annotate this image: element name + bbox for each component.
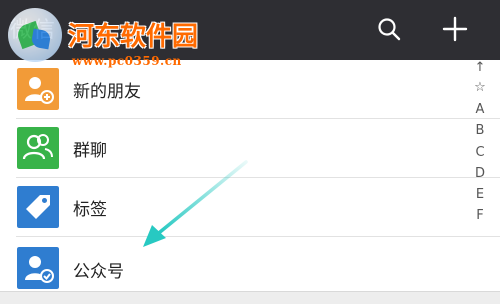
- add-friend-icon: [17, 68, 59, 110]
- index-letter[interactable]: B: [470, 123, 490, 138]
- list-item-label: 新的朋友: [73, 82, 141, 102]
- list-item-tags[interactable]: 标签: [0, 178, 470, 236]
- list-item-label: 公众号: [73, 262, 124, 282]
- index-letter[interactable]: A: [470, 102, 490, 117]
- official-account-icon: [17, 247, 59, 289]
- watermark-logo: 河东软件园 www.pc0359.cn: [8, 8, 228, 68]
- alphabet-index[interactable]: ↑ ☆ A B C D E F: [470, 60, 500, 294]
- index-letter[interactable]: F: [470, 208, 490, 223]
- index-star[interactable]: ☆: [470, 80, 490, 95]
- watermark-text: 河东软件园: [68, 22, 199, 52]
- group-chat-icon: [17, 127, 59, 169]
- index-letter[interactable]: D: [470, 166, 490, 181]
- search-icon[interactable]: [374, 14, 404, 44]
- list-item-label: 标签: [73, 200, 107, 220]
- plus-icon[interactable]: [440, 14, 470, 44]
- tag-icon: [17, 186, 59, 228]
- index-letter[interactable]: C: [470, 145, 490, 160]
- list-item-new-friends[interactable]: 新的朋友: [0, 60, 470, 118]
- list-item-group-chats[interactable]: 群聊: [0, 119, 470, 177]
- list-item-label: 群聊: [73, 141, 107, 161]
- top-bar: 微信 河东软件园 www.pc0359.cn: [0, 0, 500, 68]
- watermark-globe-icon: [8, 8, 62, 62]
- index-letter[interactable]: E: [470, 187, 490, 202]
- index-up-arrow[interactable]: ↑: [470, 60, 490, 75]
- footer-strip: [0, 292, 500, 304]
- list-item-official-accounts[interactable]: 公众号: [0, 237, 470, 295]
